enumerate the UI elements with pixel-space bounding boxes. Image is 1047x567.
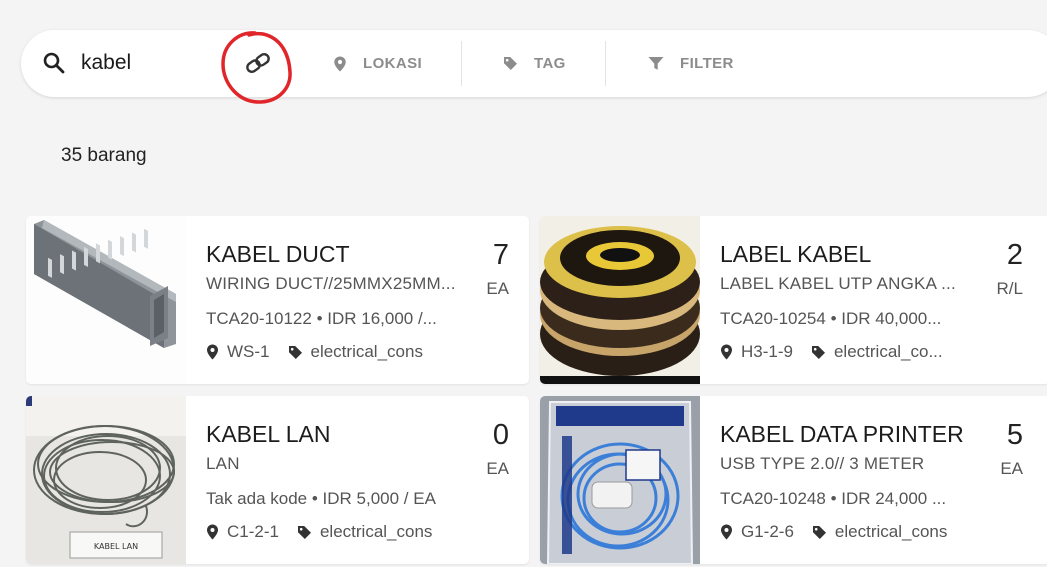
item-code-price: TCA20-10254 • IDR 40,000... [720,309,942,328]
item-unit: EA [486,279,509,298]
item-quantity: 0 [492,419,509,451]
item-category: electrical_cons [310,342,423,361]
item-code-price: Tak ada kode • IDR 5,000 / EA [206,489,436,508]
item-description: LAN [206,454,240,473]
search-icon[interactable] [43,52,65,74]
location-filter-button[interactable]: LOKASI [333,30,422,97]
tag-filter-button[interactable]: TAG [503,30,566,97]
item-unit: EA [486,459,509,478]
tag-icon [288,345,303,360]
item-location: G1-2-6 [741,522,794,541]
item-location: WS-1 [227,342,270,361]
item-category: electrical_cons [319,522,433,541]
location-pin-icon [206,524,219,540]
item-meta: WS-1 electrical_cons [206,342,496,362]
tag-icon [297,525,312,540]
location-filter-label: LOKASI [363,55,423,72]
divider [461,41,462,86]
location-pin-icon [720,524,733,540]
divider [605,41,606,86]
item-image-printer-cable [540,396,700,564]
link-icon[interactable] [243,50,273,76]
location-pin-icon [333,56,347,72]
item-name: KABEL DUCT [206,241,350,267]
tag-icon [811,345,826,360]
filter-label: FILTER [680,55,734,72]
item-name: LABEL KABEL [720,241,872,267]
item-meta: H3-1-9 electrical_co... [720,342,1010,362]
item-image-cable-duct [26,216,186,384]
item-quantity: 2 [1006,239,1023,271]
item-code-price: TCA20-10248 • IDR 24,000 ... [720,489,947,508]
item-description: LABEL KABEL UTP ANGKA ... [720,274,956,293]
item-card[interactable]: KABEL LAN KABEL LAN LAN Tak ada kode • I… [26,396,529,564]
item-name: KABEL LAN [206,421,331,447]
filter-funnel-icon [648,56,664,71]
item-card[interactable]: KABEL DATA PRINTER USB TYPE 2.0// 3 METE… [540,396,1047,564]
item-quantity: 5 [1006,419,1023,451]
item-image-lan-cable: KABEL LAN [26,396,186,564]
filter-button[interactable]: FILTER [648,30,734,97]
item-unit: EA [1000,459,1023,478]
item-card[interactable]: KABEL DUCT WIRING DUCT//25MMX25MM... TCA… [26,216,529,384]
item-meta: C1-2-1 electrical_cons [206,522,496,542]
item-category: electrical_co... [833,342,943,361]
item-location: H3-1-9 [741,342,793,361]
item-description: USB TYPE 2.0// 3 METER [720,454,925,473]
item-description: WIRING DUCT//25MMX25MM... [206,274,456,293]
item-code-price: TCA20-10122 • IDR 16,000 /... [206,309,437,328]
item-category: electrical_cons [834,522,948,541]
item-image-cable-label [540,216,700,384]
tag-icon [503,56,518,71]
item-name: KABEL DATA PRINTER [720,421,964,447]
item-unit: R/L [996,279,1023,298]
location-pin-icon [206,344,219,360]
tag-icon [812,525,827,540]
search-input[interactable] [81,49,221,77]
location-pin-icon [720,344,733,360]
item-meta: G1-2-6 electrical_cons [720,522,1010,542]
item-quantity: 7 [492,239,509,271]
search-bar: LOKASI TAG FILTER [21,30,1047,97]
svg-text:KABEL LAN: KABEL LAN [94,542,138,551]
tag-filter-label: TAG [534,55,566,72]
item-location: C1-2-1 [227,522,279,541]
item-card[interactable]: LABEL KABEL LABEL KABEL UTP ANGKA ... TC… [540,216,1047,384]
result-count: 35 barang [61,145,147,166]
